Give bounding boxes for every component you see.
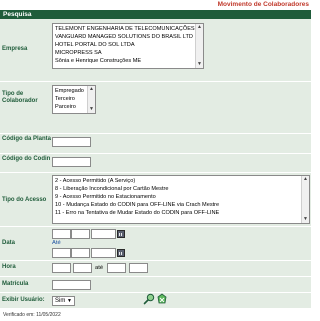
page-title: Movimento de Colaboradores xyxy=(217,1,309,8)
search-actions xyxy=(143,293,169,305)
data-ate-ano-input[interactable] xyxy=(91,248,116,258)
hora-de-mm-input[interactable] xyxy=(73,263,92,273)
hora-ate-hh-input[interactable] xyxy=(107,263,126,273)
matricula-label: Matrícula xyxy=(2,281,29,287)
hora-ate-label: até xyxy=(95,265,104,271)
data-de-ano-input[interactable] xyxy=(91,229,116,239)
matricula-input[interactable] xyxy=(52,280,91,290)
chevron-down-icon: ▼ xyxy=(67,298,72,304)
tipo-acesso-listbox[interactable]: 2 - Acesso Permitido (A Serviço) 8 - Lib… xyxy=(52,175,310,224)
empresa-listbox[interactable]: TELEMONT ENGENHARIA DE TELECOMUNICAÇÕES … xyxy=(52,23,204,69)
list-item[interactable]: Sônia e Henrique Construções ME xyxy=(53,57,203,65)
list-item[interactable]: 11 - Erro na Tentativa de Mudar Estado d… xyxy=(53,209,309,217)
tipo-colaborador-label: Tipo de Colaborador xyxy=(2,91,38,104)
scroll-up-icon[interactable]: ▲ xyxy=(197,25,202,30)
matricula-row: Matrícula xyxy=(0,277,311,293)
exibir-usuario-select[interactable]: Sim ▼ xyxy=(52,296,75,306)
scroll-down-icon[interactable]: ▼ xyxy=(89,107,94,112)
codigo-codin-row: Código do Codin xyxy=(0,154,311,173)
scroll-down-icon[interactable]: ▼ xyxy=(197,62,202,67)
hora-row: Hora até xyxy=(0,261,311,277)
codigo-planta-input[interactable] xyxy=(52,137,91,147)
calendar-icon[interactable] xyxy=(117,249,125,257)
tipo-acesso-row: Tipo do Acesso 2 - Acesso Permitido (A S… xyxy=(0,173,311,227)
list-item[interactable]: 9 - Acesso Permitido no Estacionamento xyxy=(53,193,309,201)
data-de-dia-input[interactable] xyxy=(52,229,71,239)
tipo-acesso-label: Tipo do Acesso xyxy=(2,197,47,203)
codigo-planta-row: Código da Planta xyxy=(0,134,311,154)
hora-label: Hora xyxy=(2,264,16,270)
codigo-codin-label: Código do Codin xyxy=(2,156,51,162)
hora-de-hh-input[interactable] xyxy=(52,263,71,273)
list-item[interactable]: VANGUARD MANAGED SOLUTIONS DO BRASIL LTD xyxy=(53,33,203,41)
data-ate-mes-input[interactable] xyxy=(71,248,90,258)
data-ate-label: Até xyxy=(52,240,61,246)
exibir-usuario-value: Sim xyxy=(55,298,66,304)
data-ate-dia-input[interactable] xyxy=(52,248,71,258)
scrollbar[interactable]: ▲ ▼ xyxy=(87,86,95,113)
data-row: Data Até xyxy=(0,227,311,261)
empresa-label: Empresa xyxy=(2,46,28,52)
codigo-codin-input[interactable] xyxy=(52,157,91,167)
calendar-icon[interactable] xyxy=(117,230,125,238)
tipo-colaborador-row: Tipo de Colaborador Empregado Terceiro P… xyxy=(0,82,311,134)
data-label: Data xyxy=(2,240,16,246)
exibir-usuario-label: Exibir Usuário: xyxy=(2,297,45,303)
list-item[interactable]: 2 - Acesso Permitido (A Serviço) xyxy=(53,177,309,185)
footer-verified: Verificado em: 11/05/2022 xyxy=(3,312,61,318)
list-item[interactable]: MICROPRESS SA xyxy=(53,49,203,57)
list-item[interactable]: HOTEL PORTAL DO SOL LTDA xyxy=(53,41,203,49)
scrollbar[interactable]: ▲ ▼ xyxy=(301,176,309,223)
codigo-planta-label: Código da Planta xyxy=(2,136,52,142)
search-icon[interactable] xyxy=(143,293,155,305)
hora-ate-mm-input[interactable] xyxy=(129,263,148,273)
scroll-up-icon[interactable]: ▲ xyxy=(303,177,308,182)
scrollbar[interactable]: ▲ ▼ xyxy=(195,24,203,68)
scroll-down-icon[interactable]: ▼ xyxy=(303,217,308,222)
scroll-up-icon[interactable]: ▲ xyxy=(89,87,94,92)
empresa-row: Empresa TELEMONT ENGENHARIA DE TELECOMUN… xyxy=(0,19,311,82)
list-item[interactable]: 10 - Mudança Estado do CODIN para OFF-LI… xyxy=(53,201,309,209)
section-header: Pesquisa xyxy=(0,10,311,19)
list-item[interactable]: 8 - Liberação Incondicional por Cartão M… xyxy=(53,185,309,193)
clear-icon[interactable] xyxy=(156,293,168,305)
list-item[interactable]: TELEMONT ENGENHARIA DE TELECOMUNICAÇÕES xyxy=(53,25,203,33)
tipo-colaborador-listbox[interactable]: Empregado Terceiro Parceiro ▲ ▼ xyxy=(52,85,96,114)
data-de-mes-input[interactable] xyxy=(71,229,90,239)
